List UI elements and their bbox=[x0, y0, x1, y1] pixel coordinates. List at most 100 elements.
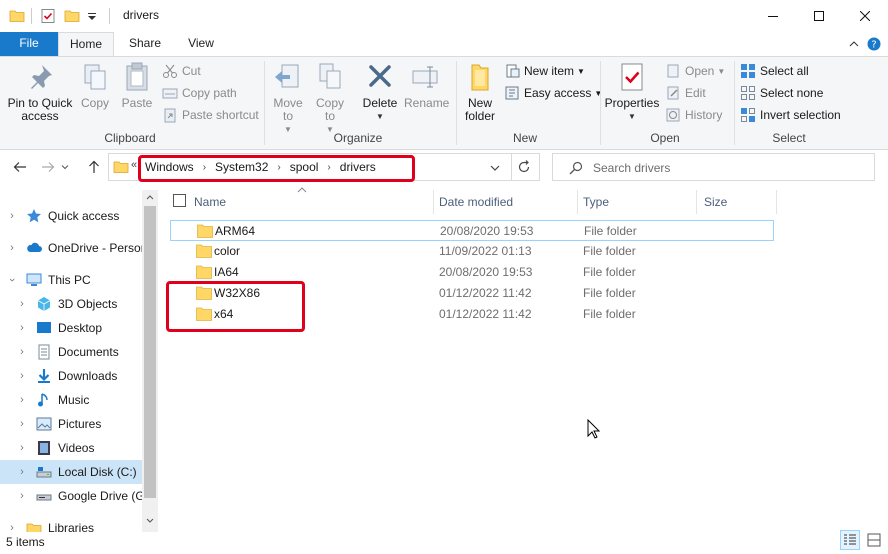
recent-locations-button[interactable] bbox=[58, 156, 72, 178]
properties-button[interactable]: Properties ▼ bbox=[604, 61, 660, 123]
chevron-right-icon[interactable]: › bbox=[16, 442, 28, 454]
properties-icon[interactable] bbox=[40, 8, 56, 24]
search-box[interactable]: Search drivers bbox=[552, 153, 875, 181]
customize-toolbar-icon[interactable] bbox=[86, 8, 98, 24]
minimize-ribbon-button[interactable] bbox=[846, 36, 862, 52]
chevron-right-icon[interactable]: › bbox=[16, 466, 28, 478]
pin-to-quick-access-button[interactable]: Pin to Quick access bbox=[6, 61, 74, 123]
new-folder-icon[interactable] bbox=[64, 8, 80, 24]
nav-item-downloads[interactable]: › Downloads bbox=[0, 364, 142, 388]
up-button[interactable] bbox=[84, 156, 104, 178]
nav-item-videos[interactable]: › Videos bbox=[0, 436, 142, 460]
address-overflow[interactable]: « bbox=[131, 159, 137, 171]
new-item-button[interactable]: New item ▼ bbox=[504, 61, 585, 81]
table-row[interactable]: W32X86 01/12/2022 11:42 File folder bbox=[170, 283, 774, 304]
nav-scrollbar[interactable] bbox=[142, 190, 158, 532]
chevron-right-icon[interactable]: › bbox=[6, 522, 18, 532]
select-none-button[interactable]: Select none bbox=[740, 83, 823, 103]
chevron-right-icon[interactable]: › bbox=[16, 370, 28, 382]
nav-item-this-pc[interactable]: › This PC bbox=[0, 268, 142, 292]
large-icons-view-button[interactable] bbox=[864, 530, 884, 550]
rename-button[interactable]: Rename bbox=[404, 61, 449, 110]
divider[interactable] bbox=[433, 190, 434, 214]
chevron-right-icon[interactable]: › bbox=[16, 490, 28, 502]
edit-button[interactable]: Edit bbox=[665, 83, 706, 103]
details-view-button[interactable] bbox=[840, 530, 860, 550]
address-bar[interactable]: « Windows › System32 › spool › drivers bbox=[108, 153, 540, 181]
column-header-date[interactable]: Date modified bbox=[439, 190, 513, 214]
chevron-right-icon[interactable]: › bbox=[16, 346, 28, 358]
open-button[interactable]: Open ▼ bbox=[665, 61, 725, 81]
breadcrumb-windows[interactable]: Windows bbox=[145, 160, 194, 174]
nav-item-libraries[interactable]: › Libraries bbox=[0, 516, 142, 532]
chevron-right-icon[interactable]: › bbox=[327, 162, 330, 173]
chevron-down-icon[interactable] bbox=[146, 518, 154, 524]
move-to-button[interactable]: Move to ▼ bbox=[270, 61, 306, 136]
table-row[interactable]: x64 01/12/2022 11:42 File folder bbox=[170, 304, 774, 325]
column-header-name[interactable]: Name bbox=[194, 190, 226, 214]
close-button[interactable] bbox=[842, 0, 888, 32]
divider[interactable] bbox=[577, 190, 578, 214]
column-header-size[interactable]: Size bbox=[704, 190, 727, 214]
close-icon bbox=[860, 11, 870, 21]
easy-access-button[interactable]: Easy access ▼ bbox=[504, 83, 602, 103]
breadcrumb-drivers[interactable]: drivers bbox=[340, 160, 376, 174]
chevron-down-icon[interactable]: › bbox=[6, 274, 18, 286]
paste-shortcut-button[interactable]: Paste shortcut bbox=[162, 105, 259, 125]
chevron-right-icon[interactable]: › bbox=[16, 394, 28, 406]
chevron-right-icon[interactable]: › bbox=[16, 322, 28, 334]
divider[interactable] bbox=[696, 190, 697, 214]
copy-to-button[interactable]: Copy to ▼ bbox=[312, 61, 348, 136]
nav-item-google-drive[interactable]: › Google Drive (G:) bbox=[0, 484, 142, 508]
scrollbar-thumb[interactable] bbox=[144, 206, 156, 498]
chevron-up-icon[interactable] bbox=[146, 194, 154, 200]
table-row[interactable]: IA64 20/08/2020 19:53 File folder bbox=[170, 262, 774, 283]
nav-item-documents[interactable]: › Documents bbox=[0, 340, 142, 364]
chevron-right-icon[interactable]: › bbox=[277, 162, 280, 173]
minimize-button[interactable] bbox=[750, 0, 796, 32]
new-folder-button[interactable]: New folder bbox=[460, 61, 500, 123]
divider[interactable] bbox=[776, 190, 777, 214]
maximize-button[interactable] bbox=[796, 0, 842, 32]
nav-item-onedrive[interactable]: › OneDrive - Personal bbox=[0, 236, 142, 260]
chevron-down-icon[interactable] bbox=[490, 164, 500, 172]
tab-file[interactable]: File bbox=[0, 32, 58, 56]
table-row[interactable]: color 11/09/2022 01:13 File folder bbox=[170, 241, 774, 262]
history-button[interactable]: History bbox=[665, 105, 722, 125]
nav-item-local-disk[interactable]: › Local Disk (C:) bbox=[0, 460, 142, 484]
delete-button[interactable]: Delete ▼ bbox=[360, 61, 400, 123]
chevron-right-icon[interactable]: › bbox=[203, 162, 206, 173]
tab-home[interactable]: Home bbox=[58, 32, 114, 57]
breadcrumb-system32[interactable]: System32 bbox=[215, 160, 268, 174]
table-row[interactable]: ARM64 20/08/2020 19:53 File folder bbox=[170, 220, 774, 241]
select-all-checkbox[interactable] bbox=[173, 194, 186, 207]
chevron-right-icon[interactable]: › bbox=[6, 210, 18, 222]
chevron-right-icon[interactable]: › bbox=[16, 298, 28, 310]
cut-button[interactable]: Cut bbox=[162, 61, 201, 81]
file-type: File folder bbox=[583, 307, 636, 321]
chevron-right-icon[interactable]: › bbox=[16, 418, 28, 430]
tab-share[interactable]: Share bbox=[118, 32, 172, 56]
copy-label: Copy bbox=[80, 96, 109, 110]
select-all-button[interactable]: Select all bbox=[740, 61, 809, 81]
breadcrumb-spool[interactable]: spool bbox=[290, 160, 319, 174]
paste-button[interactable]: Paste bbox=[118, 61, 156, 110]
nav-item-music[interactable]: › Music bbox=[0, 388, 142, 412]
copy-path-button[interactable]: Copy path bbox=[162, 83, 237, 103]
refresh-icon[interactable] bbox=[517, 160, 531, 174]
nav-item-desktop[interactable]: › Desktop bbox=[0, 316, 142, 340]
search-input[interactable]: Search drivers bbox=[593, 161, 670, 175]
invert-selection-button[interactable]: Invert selection bbox=[740, 105, 841, 125]
tab-view[interactable]: View bbox=[176, 32, 226, 56]
nav-item-quick-access[interactable]: › Quick access bbox=[0, 204, 142, 228]
copy-button[interactable]: Copy bbox=[78, 61, 112, 110]
nav-item-pictures[interactable]: › Pictures bbox=[0, 412, 142, 436]
forward-button[interactable] bbox=[38, 156, 58, 178]
dropdown-icon: ▼ bbox=[717, 66, 726, 76]
column-header-type[interactable]: Type bbox=[583, 190, 609, 214]
select-all-label: Select all bbox=[760, 64, 809, 78]
chevron-right-icon[interactable]: › bbox=[6, 242, 18, 254]
back-button[interactable] bbox=[10, 156, 30, 178]
help-button[interactable]: ? bbox=[866, 36, 882, 52]
nav-item-3d-objects[interactable]: › 3D Objects bbox=[0, 292, 142, 316]
